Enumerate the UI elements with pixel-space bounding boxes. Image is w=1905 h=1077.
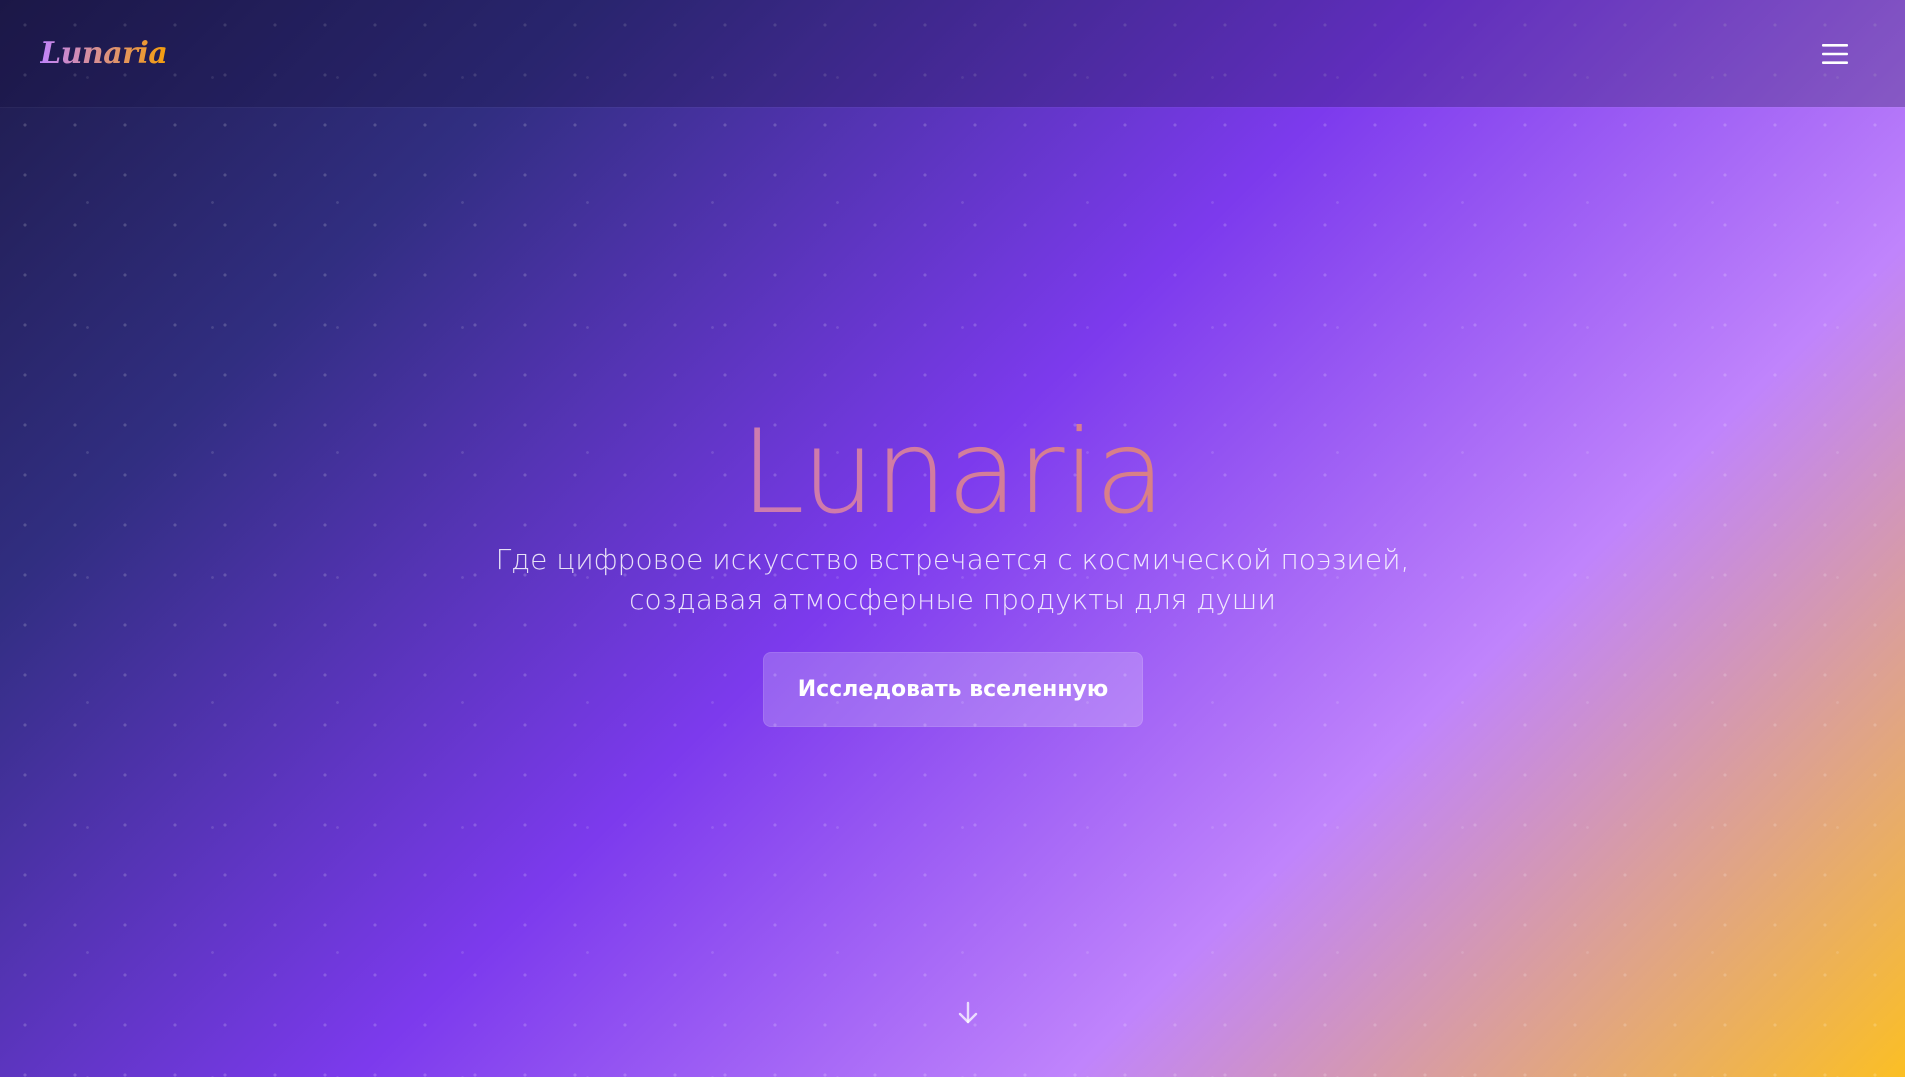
hero-subtitle: Где цифровое искусство встречается с кос… xyxy=(0,540,1905,620)
hero-section: Lunaria Где цифровое искусство встречает… xyxy=(0,0,1905,1077)
hero-subtitle-line-2: создавая атмосферные продукты для души xyxy=(629,583,1276,616)
hero-title: Lunaria xyxy=(0,408,1905,538)
explore-universe-button[interactable]: Исследовать вселенную xyxy=(763,652,1143,727)
hero-subtitle-line-1: Где цифровое искусство встречается с кос… xyxy=(495,543,1410,576)
arrow-down-icon[interactable] xyxy=(954,999,982,1027)
